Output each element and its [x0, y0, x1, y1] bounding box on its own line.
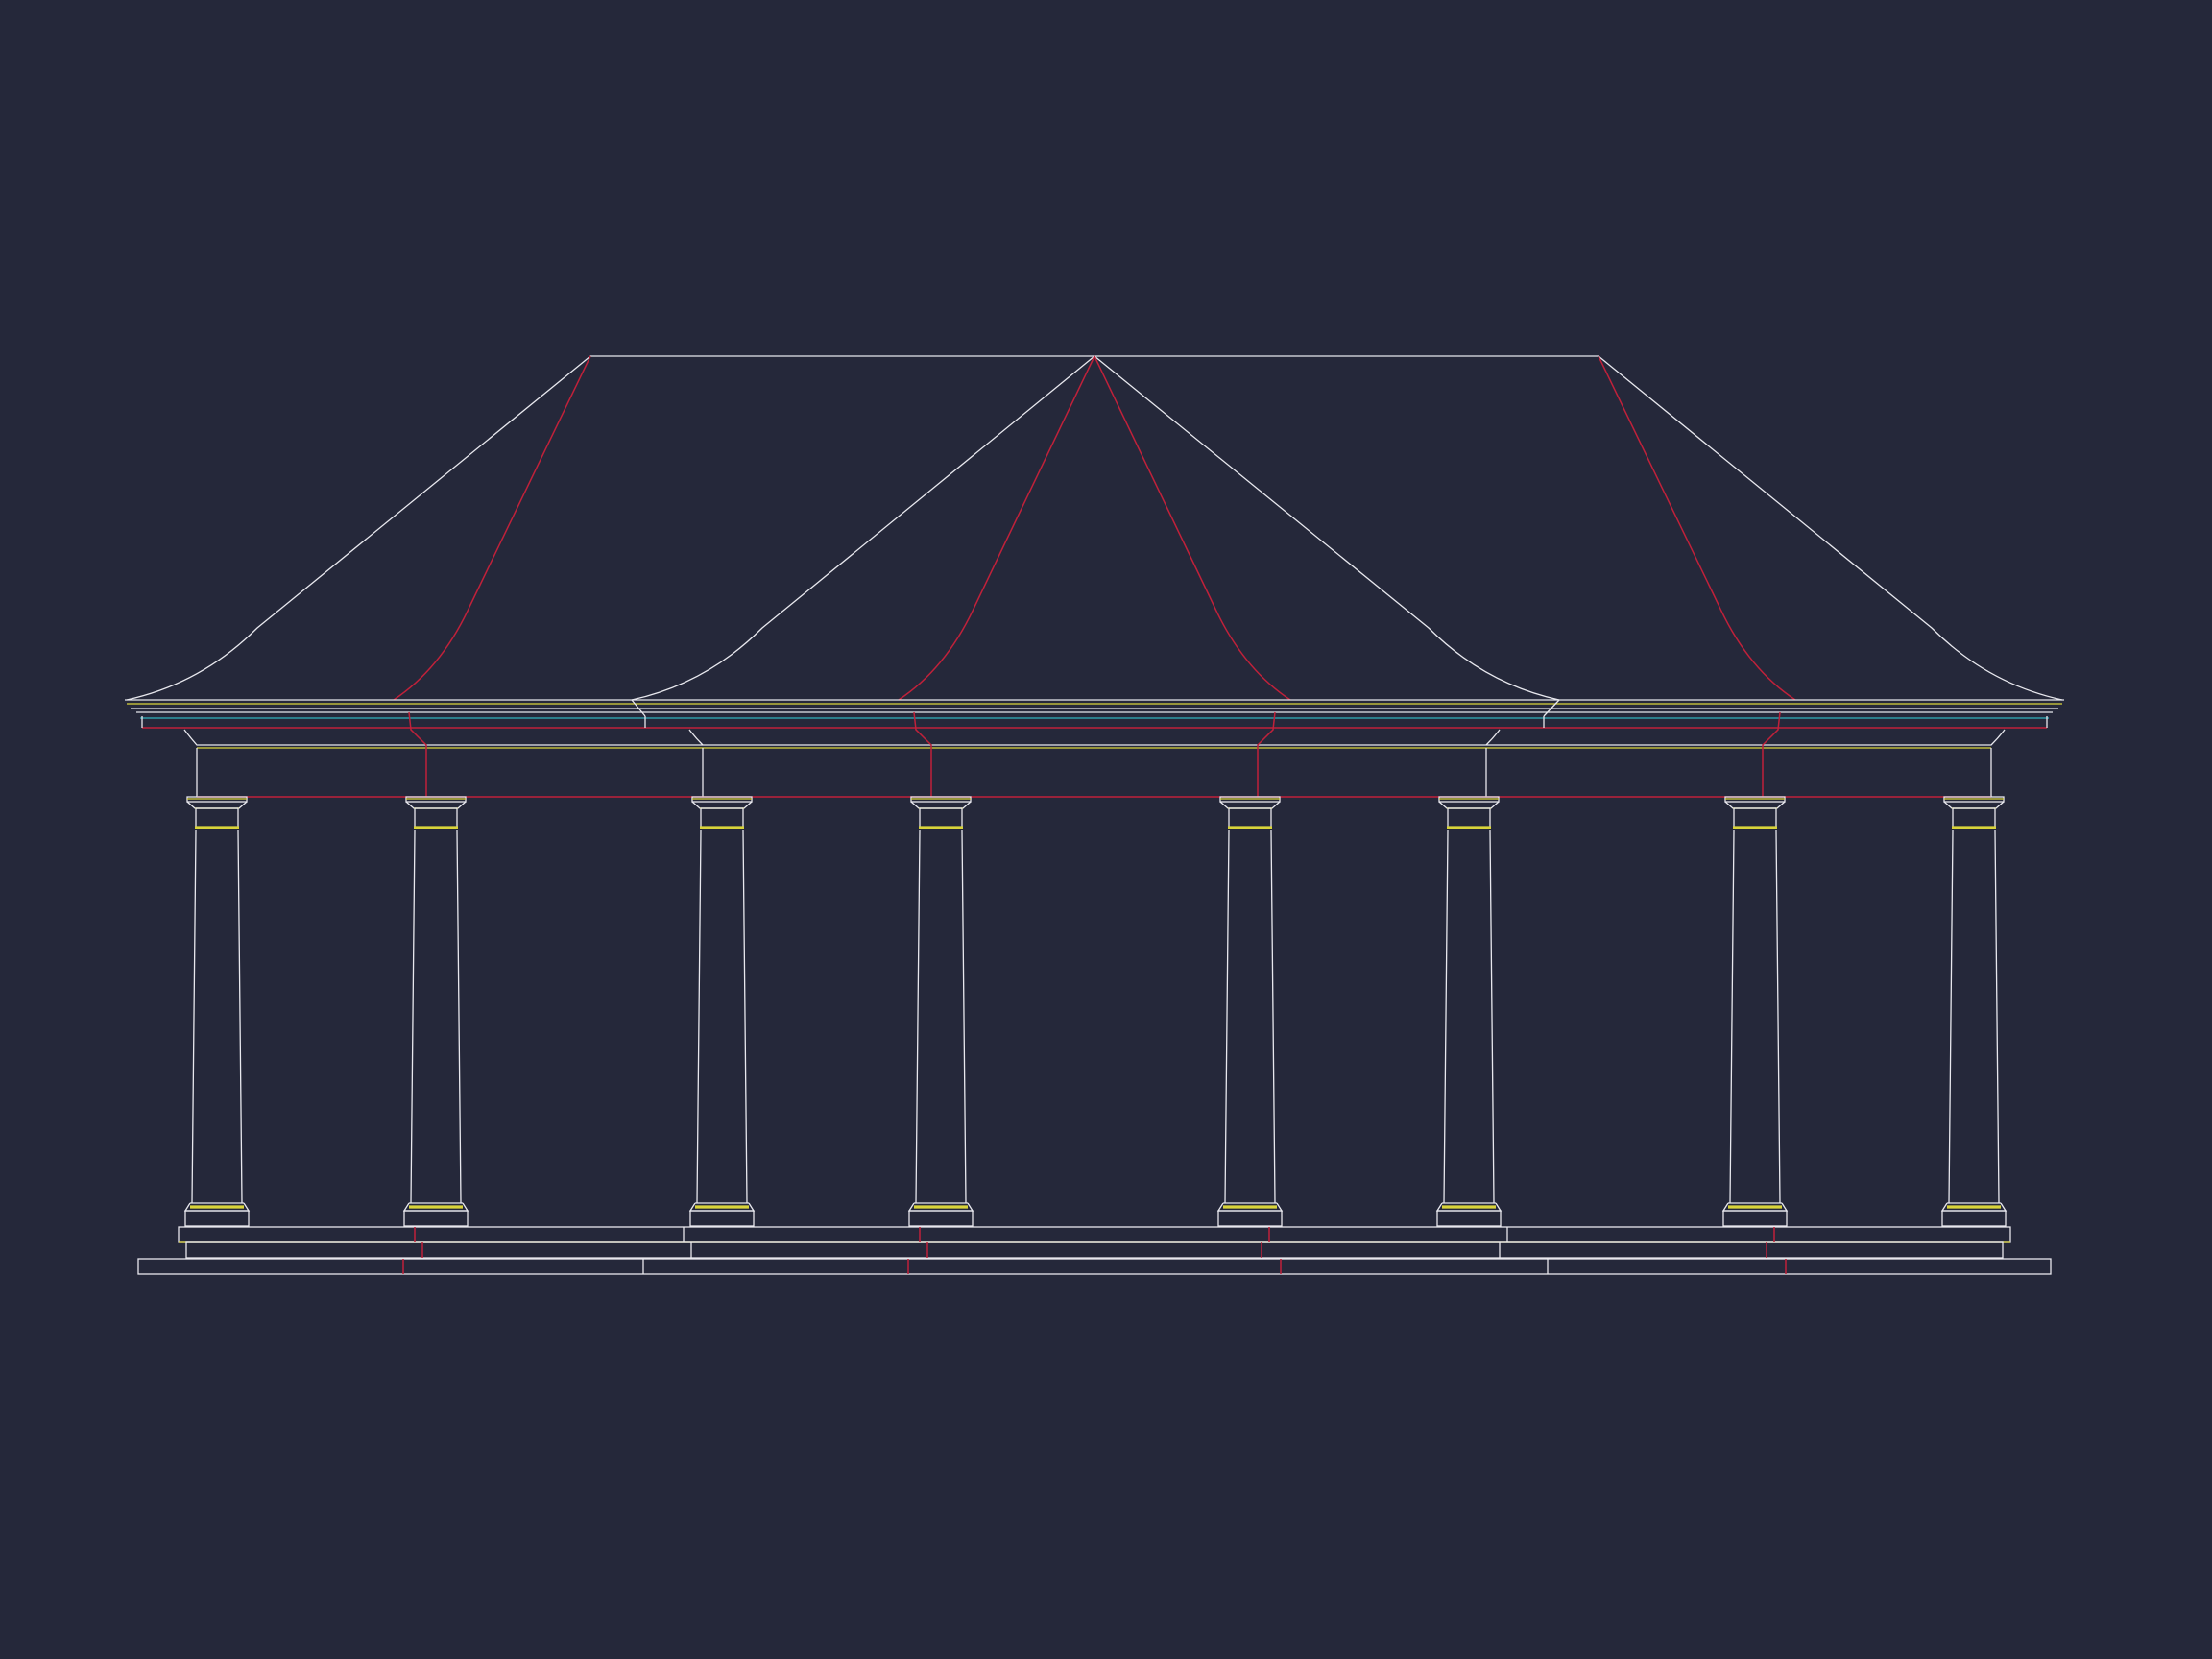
- column-shaft: [696, 830, 748, 1204]
- column-necking: [700, 807, 744, 829]
- roof-hidden-left: [393, 355, 591, 701]
- column-necking: [1733, 807, 1777, 829]
- column-plinth: [403, 1210, 469, 1227]
- roof-center-left-slope: [631, 355, 1095, 701]
- entablature: [125, 699, 2064, 798]
- roof-center-right-slope: [1094, 355, 1560, 701]
- column-plinth: [1436, 1210, 1502, 1227]
- column-capital-echinus: [186, 801, 248, 809]
- hidden-base-1: [402, 1227, 423, 1274]
- column-1: [183, 796, 251, 1227]
- column-capital-echinus: [1943, 801, 2005, 809]
- column-plinth: [908, 1210, 974, 1227]
- roof-hidden-right: [1598, 355, 1796, 701]
- column-necking: [919, 807, 963, 829]
- roof-hidden-center-left: [898, 355, 1095, 701]
- column-necking: [1228, 807, 1272, 829]
- pavilion-elevation-drawing: [125, 355, 2064, 1275]
- plinth-bottom: [137, 1258, 2052, 1275]
- roof-hidden-center-right: [1094, 355, 1291, 701]
- roof-left-hip: [126, 355, 591, 701]
- hidden-base-3: [1261, 1227, 1282, 1274]
- column-capital-echinus: [1724, 801, 1786, 809]
- column-plinth: [1217, 1210, 1283, 1227]
- column-shaft: [1443, 830, 1495, 1204]
- column-5: [1216, 796, 1284, 1227]
- plinth-top: [178, 1226, 2011, 1243]
- column-shaft: [1729, 830, 1781, 1204]
- column-3: [688, 796, 756, 1227]
- column-plinth: [1722, 1210, 1788, 1227]
- column-shaft: [191, 830, 243, 1204]
- colonnade: [183, 796, 2008, 1227]
- column-necking: [1447, 807, 1491, 829]
- hidden-drop-2: [913, 711, 932, 797]
- column-necking: [1952, 807, 1996, 829]
- frieze-notch-1: [688, 729, 704, 746]
- hidden-base-2: [907, 1227, 928, 1274]
- column-plinth: [1941, 1210, 2007, 1227]
- column-capital-echinus: [405, 801, 467, 809]
- column-plinth: [689, 1210, 755, 1227]
- column-capital-echinus: [1219, 801, 1281, 809]
- column-shaft: [410, 830, 462, 1204]
- roof-right-hip: [1598, 355, 2063, 701]
- cad-drawing-canvas: [0, 0, 2212, 1659]
- column-2: [402, 796, 469, 1227]
- column-capital-echinus: [1438, 801, 1500, 809]
- roof: [126, 355, 2063, 701]
- hidden-drop-4: [1762, 711, 1781, 797]
- hidden-base-4: [1766, 1227, 1787, 1274]
- stylobate: [137, 1226, 2052, 1275]
- column-4: [907, 796, 974, 1227]
- column-7: [1721, 796, 1789, 1227]
- column-necking: [195, 807, 239, 829]
- hidden-drop-3: [1257, 711, 1276, 797]
- column-8: [1940, 796, 2008, 1227]
- column-capital-echinus: [691, 801, 753, 809]
- column-shaft: [915, 830, 967, 1204]
- plinth-middle: [185, 1241, 2004, 1259]
- column-6: [1435, 796, 1503, 1227]
- column-necking: [414, 807, 458, 829]
- hidden-drop-1: [408, 711, 427, 797]
- frieze-top: [183, 729, 2006, 746]
- column-capital-echinus: [910, 801, 972, 809]
- frieze-notch-2: [1485, 729, 1501, 746]
- column-shaft: [1948, 830, 2000, 1204]
- column-shaft: [1224, 830, 1276, 1204]
- column-plinth: [184, 1210, 250, 1227]
